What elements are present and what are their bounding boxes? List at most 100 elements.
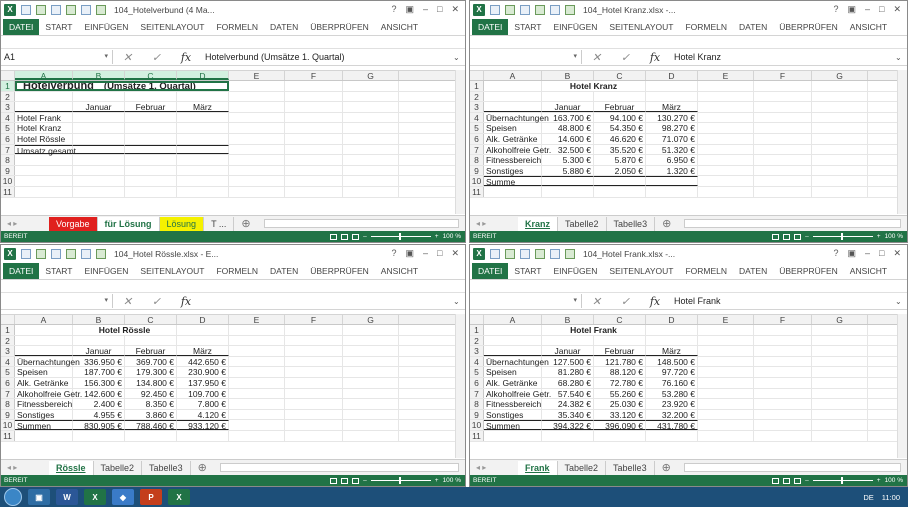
row-header[interactable]: 10 — [1, 176, 15, 186]
restore-icon[interactable]: □ — [437, 4, 442, 15]
cell[interactable] — [698, 144, 754, 155]
value-cell[interactable]: 32.200 € — [646, 409, 698, 420]
cell[interactable] — [698, 155, 754, 165]
value-cell[interactable]: 76.160 € — [646, 377, 698, 388]
language-indicator[interactable]: DE — [863, 493, 873, 502]
worksheet-grid[interactable]: A B C D E F G 1 Hotel Frank 2 3 Januar Februar März 4 Ü… — [470, 314, 907, 442]
zoom-out-icon[interactable]: – — [805, 233, 809, 240]
word-taskbar-icon[interactable]: W — [56, 489, 78, 505]
save-icon[interactable] — [490, 4, 500, 15]
cell[interactable] — [177, 144, 229, 155]
row-label[interactable]: Übernachtungen — [15, 356, 80, 367]
cell[interactable] — [594, 430, 646, 441]
page-break-icon[interactable] — [794, 477, 802, 484]
zoom-slider[interactable] — [370, 477, 431, 484]
row-header[interactable]: 7 — [470, 388, 484, 398]
cell[interactable] — [812, 144, 868, 155]
restore-icon[interactable]: □ — [437, 248, 442, 259]
new-icon[interactable] — [66, 4, 76, 15]
cell[interactable] — [177, 335, 229, 346]
sheet-tab[interactable]: Tabelle2 — [558, 460, 607, 475]
row-label[interactable]: Summen — [484, 420, 542, 431]
redo-icon[interactable] — [520, 248, 530, 259]
save-icon[interactable] — [490, 248, 500, 259]
zoom-in-icon[interactable]: + — [435, 233, 439, 240]
worksheet-grid[interactable]: A B C D E F G 1 Hotelverbund (Umsätze 1. Quartal)… — [1, 70, 465, 198]
ribbon-tab-3[interactable]: SEITENLAYOUT — [603, 22, 679, 32]
open-icon[interactable] — [550, 4, 560, 15]
cell[interactable] — [125, 335, 177, 346]
cell[interactable] — [285, 133, 343, 144]
cell[interactable] — [229, 81, 285, 91]
sheet-tab[interactable]: Tabelle2 — [558, 216, 607, 231]
print-icon[interactable] — [96, 248, 106, 259]
cell[interactable]: Februar — [594, 346, 646, 356]
cell[interactable] — [698, 325, 754, 335]
cell[interactable] — [285, 409, 343, 420]
cell[interactable] — [484, 325, 542, 335]
vertical-scrollbar[interactable] — [455, 314, 465, 458]
open-icon[interactable] — [81, 4, 91, 15]
chevron-down-icon[interactable]: ▾ — [104, 50, 108, 64]
row-header[interactable]: 2 — [470, 335, 484, 345]
cell[interactable] — [343, 377, 399, 388]
cell[interactable] — [285, 81, 343, 91]
sheet-nav-arrows[interactable]: ◂ ▸ — [1, 219, 49, 228]
value-cell[interactable]: 23.920 € — [646, 399, 698, 409]
column-header[interactable]: F — [754, 315, 812, 325]
cell[interactable] — [754, 388, 812, 399]
add-sheet-icon[interactable]: ⊕ — [655, 461, 678, 475]
row-header[interactable]: 9 — [470, 165, 484, 176]
cancel-icon[interactable]: ✕ — [592, 295, 601, 308]
value-cell[interactable]: 55.260 € — [594, 388, 646, 398]
cell[interactable] — [698, 356, 754, 367]
column-header[interactable]: C — [125, 71, 177, 81]
row-label[interactable]: Alk. Getränke — [484, 133, 542, 144]
ribbon-tab-4[interactable]: FORMELN — [210, 22, 264, 32]
row-label[interactable]: Übernachtungen — [484, 112, 549, 123]
row-header[interactable]: 11 — [470, 430, 484, 441]
row-header[interactable]: 6 — [470, 133, 484, 144]
row-header[interactable]: 1 — [1, 325, 15, 335]
cell[interactable] — [15, 335, 73, 346]
row-label[interactable]: Hotel Kranz — [15, 123, 73, 133]
expand-formula-icon[interactable]: ⌄ — [895, 53, 907, 62]
ribbon-display-icon[interactable]: ▣ — [405, 248, 414, 259]
cell[interactable] — [754, 409, 812, 420]
row-label[interactable]: Speisen — [15, 367, 73, 377]
cell[interactable] — [73, 155, 125, 165]
cell[interactable]: März — [646, 346, 698, 356]
sheet-nav-arrows[interactable]: ◂ ▸ — [470, 463, 518, 472]
cell[interactable] — [484, 346, 542, 356]
sheet-tab[interactable]: T ... — [204, 216, 235, 231]
value-cell[interactable]: 53.280 € — [646, 388, 698, 398]
restore-icon[interactable]: □ — [879, 4, 884, 15]
cell[interactable] — [754, 91, 812, 102]
row-header[interactable]: 3 — [1, 346, 15, 356]
chevron-down-icon[interactable]: ▾ — [573, 50, 577, 64]
sheet-tab[interactable]: Vorgabe — [49, 216, 98, 231]
cell[interactable] — [343, 123, 399, 133]
insert-function-icon[interactable]: fx — [650, 51, 660, 64]
clock[interactable]: 11:00 — [882, 493, 900, 502]
sheet-tab[interactable]: Lösung — [159, 216, 205, 231]
cell[interactable] — [125, 176, 177, 186]
help-icon[interactable]: ? — [391, 4, 396, 15]
start-button[interactable] — [4, 488, 22, 506]
value-cell[interactable]: 394.322 € — [542, 420, 594, 431]
undo-icon[interactable] — [505, 248, 515, 259]
print-icon[interactable] — [565, 4, 575, 15]
value-cell[interactable]: 33.120 € — [594, 409, 646, 420]
ribbon-tab-6[interactable]: ÜBERPRÜFEN — [304, 266, 375, 276]
cell[interactable] — [812, 367, 868, 377]
cell[interactable] — [125, 133, 177, 144]
sheet-tab[interactable]: Tabelle3 — [607, 216, 656, 231]
cell[interactable] — [343, 420, 399, 430]
value-cell[interactable]: 5.300 € — [542, 155, 594, 165]
cell[interactable] — [343, 388, 399, 399]
cell[interactable] — [343, 356, 399, 367]
cell[interactable]: Februar — [125, 346, 177, 356]
ribbon-tab-7[interactable]: ANSICHT — [375, 22, 424, 32]
cell[interactable] — [594, 91, 646, 102]
cell[interactable] — [285, 165, 343, 176]
